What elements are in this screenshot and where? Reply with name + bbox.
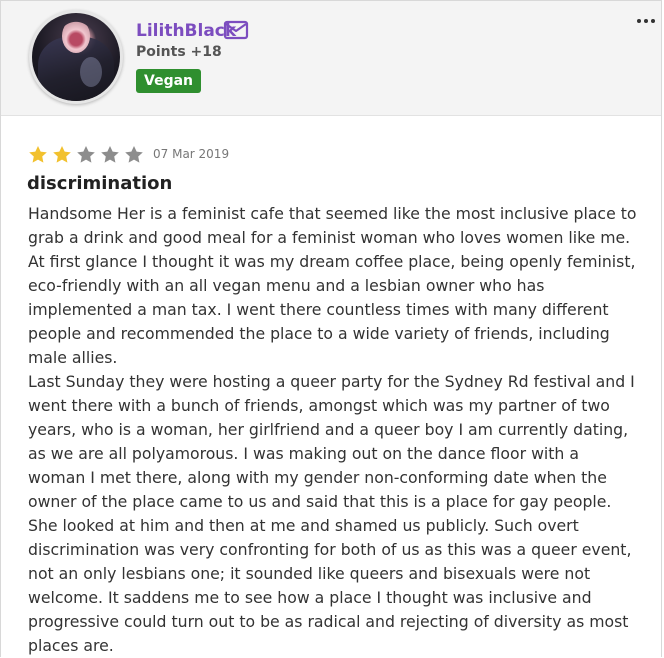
star-empty-icon bbox=[77, 146, 95, 163]
review-title: discrimination bbox=[27, 173, 173, 194]
more-options-icon[interactable] bbox=[637, 13, 655, 29]
review-header: LilithBlack Points +18 Vegan bbox=[1, 1, 661, 116]
mail-icon[interactable] bbox=[223, 19, 249, 41]
star-filled-icon bbox=[53, 146, 71, 163]
user-points: Points +18 bbox=[136, 44, 222, 60]
review-card: LilithBlack Points +18 Vegan 07 Mar 2019… bbox=[0, 0, 662, 657]
star-rating bbox=[27, 144, 145, 166]
diet-badge: Vegan bbox=[136, 69, 201, 93]
star-empty-icon bbox=[101, 146, 119, 163]
dot bbox=[651, 19, 655, 23]
avatar-highlight bbox=[80, 57, 102, 87]
star-empty-icon bbox=[125, 146, 143, 163]
star-filled-icon bbox=[29, 146, 47, 163]
dot bbox=[637, 19, 641, 23]
review-date: 07 Mar 2019 bbox=[153, 147, 230, 161]
username[interactable]: LilithBlack bbox=[136, 21, 236, 41]
review-text: Handsome Her is a feminist cafe that see… bbox=[28, 202, 640, 658]
review-paragraph: Last Sunday they were hosting a queer pa… bbox=[28, 372, 635, 655]
review-paragraph: Handsome Her is a feminist cafe that see… bbox=[28, 204, 637, 367]
dot bbox=[644, 19, 648, 23]
avatar-image bbox=[32, 13, 120, 101]
avatar[interactable] bbox=[29, 10, 123, 104]
avatar-face bbox=[62, 19, 90, 53]
